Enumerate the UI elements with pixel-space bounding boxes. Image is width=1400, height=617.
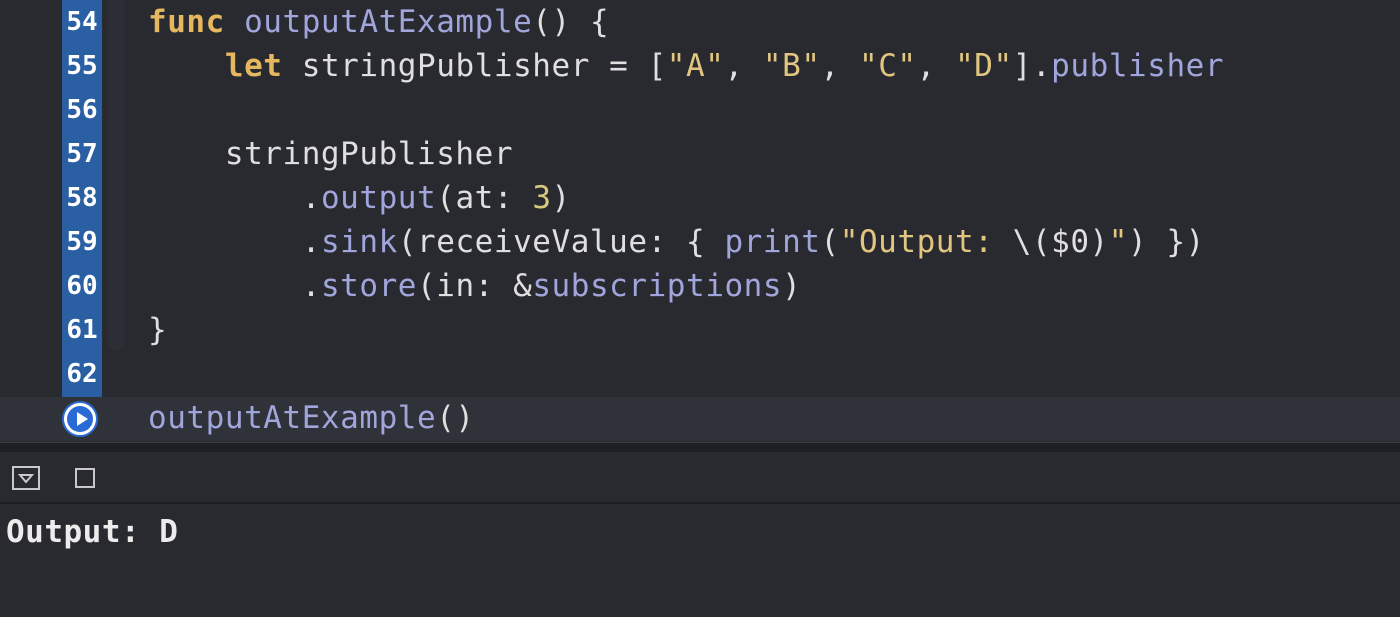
code-token: " [1108,224,1128,260]
code-line[interactable]: 60 .store(in: &subscriptions) [0,264,1400,308]
line-number[interactable]: 54 [62,0,102,44]
code-token: subscriptions [532,268,783,304]
run-playground-button[interactable] [62,401,98,437]
line-number[interactable]: 55 [62,44,102,88]
code-token: (at: [436,180,533,216]
code-token: 3 [532,180,552,216]
code-token: store [320,268,418,304]
code-token: . [148,268,321,304]
code-line[interactable]: 58 .output(at: 3) [0,176,1400,220]
console-output-text: Output: D [6,514,179,550]
code-token: ) }) [1127,224,1205,260]
code-text: func outputAtExample() { [148,0,609,44]
hide-console-icon[interactable] [12,466,40,494]
code-token: publisher [1051,48,1225,84]
code-token: "C" [858,48,917,84]
code-token: print [724,224,821,260]
code-text: .output(at: 3) [148,176,571,220]
code-token: ]. [1012,48,1052,84]
code-text: .store(in: &subscriptions) [148,264,801,308]
code-line[interactable]: 59 .sink(receiveValue: { print("Output: … [0,220,1400,264]
clear-console-icon[interactable] [75,466,97,494]
code-token: () { [532,4,610,40]
code-token: output [320,180,437,216]
code-token: () [436,400,475,436]
code-token: outputAtExample [148,400,437,436]
code-token: stringPublisher [148,136,514,172]
code-token: , [724,48,763,84]
code-token: let [224,48,283,84]
code-editor[interactable]: 54 func outputAtExample() {55 let stringP… [0,0,1400,442]
code-line[interactable]: 61} [0,308,1400,352]
code-text: let stringPublisher = ["A", "B", "C", "D… [148,44,1224,88]
code-token: (in: & [417,268,533,304]
code-token: sink [320,224,398,260]
code-line[interactable]: 57 stringPublisher [0,132,1400,176]
line-number[interactable]: 58 [62,176,102,220]
line-number[interactable]: 57 [62,132,102,176]
code-token: stringPublisher = [ [282,48,667,84]
code-line[interactable]: 54 func outputAtExample() { [0,0,1400,44]
line-number[interactable]: 61 [62,308,102,352]
code-token: , [916,48,956,84]
code-line[interactable]: 62 [0,352,1400,396]
code-token: ) [551,180,571,216]
code-line[interactable]: outputAtExample() [0,396,1400,440]
code-token: "D" [955,48,1013,84]
code-line[interactable]: 55 let stringPublisher = ["A", "B", "C",… [0,44,1400,88]
line-number[interactable]: 60 [62,264,102,308]
code-text: stringPublisher [148,132,513,176]
code-token: , [820,48,859,84]
code-token: ) [782,268,802,304]
code-token: } [148,312,168,348]
code-token: "A" [666,48,725,84]
code-token: (receiveValue: { [397,224,725,260]
code-text: outputAtExample() [148,396,475,440]
code-token: . [148,180,321,216]
code-token: "Output: [839,224,1013,260]
play-icon [77,412,88,426]
code-token: func [148,4,225,40]
code-token: ( [820,224,840,260]
code-token: . [148,224,321,260]
code-token: "B" [762,48,821,84]
console-output-area[interactable]: Output: D [0,504,1400,617]
line-number[interactable]: 59 [62,220,102,264]
line-number[interactable]: 56 [62,88,102,132]
code-text: .sink(receiveValue: { print("Output: \($… [148,220,1205,264]
debug-console-toolbar [0,452,1400,504]
code-text: } [148,308,167,352]
line-number[interactable]: 62 [62,352,102,396]
code-line[interactable]: 56 [0,88,1400,132]
code-token: outputAtExample [244,4,533,40]
code-token: \($0) [1012,224,1109,260]
